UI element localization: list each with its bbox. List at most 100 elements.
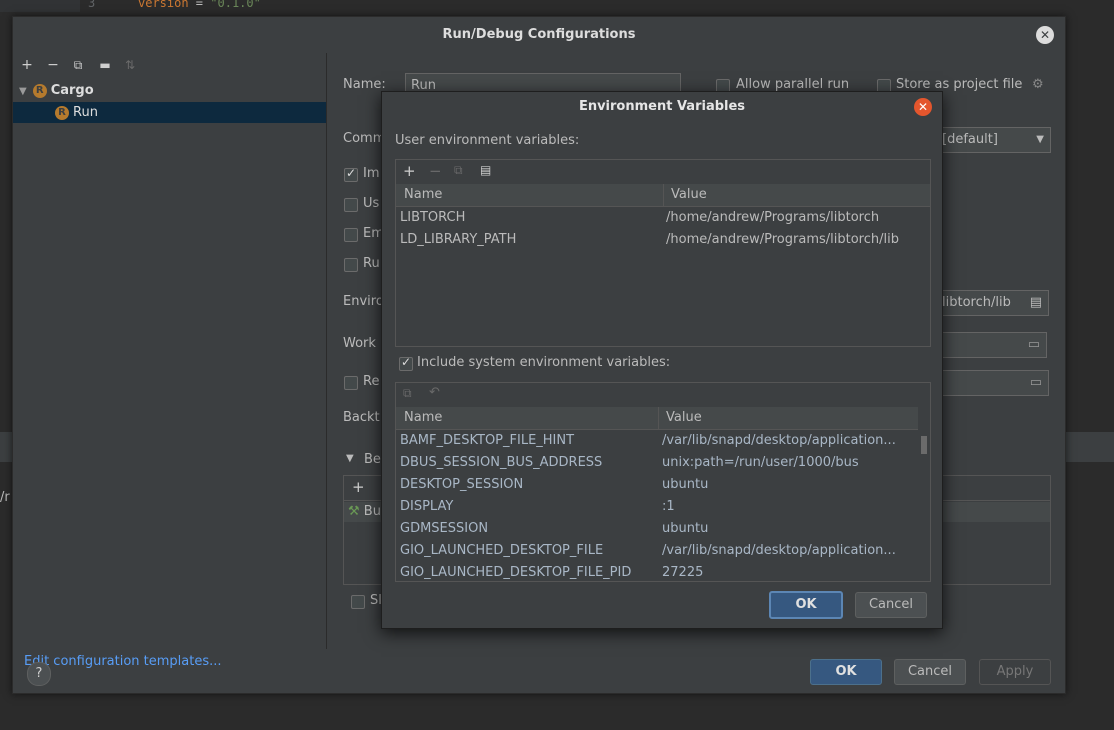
bg-panel-right [1064,432,1114,462]
rust-icon: R [32,83,47,98]
table-row[interactable]: LD_LIBRARY_PATH /home/andrew/Programs/li… [396,229,930,251]
workdir-field[interactable]: ▭ [937,332,1047,358]
redirect-label: Re [363,374,380,389]
system-vars-toolbar: ⧉ ↶ [396,383,930,407]
var-name: DESKTOP_SESSION [400,477,524,492]
var-name: GDMSESSION [400,521,489,536]
workdir-label: Work [343,336,376,351]
tree-group-label: Cargo [50,83,94,98]
column-separator [658,407,659,429]
folder-icon[interactable]: ▭ [1028,333,1040,357]
add-icon[interactable]: + [19,57,35,73]
close-icon[interactable]: ✕ [1036,26,1054,44]
var-name: LD_LIBRARY_PATH [400,232,517,247]
checkbox-4[interactable] [344,258,358,272]
document-icon[interactable]: ▤ [1030,291,1042,315]
var-name: BAMF_DESKTOP_FILE_HINT [400,433,575,448]
table-row[interactable]: BAMF_DESKTOP_FILE_HINT/var/lib/snapd/des… [396,430,918,452]
var-value: /home/andrew/Programs/libtorch/lib [666,232,899,247]
paste-icon[interactable]: ▤ [480,163,491,177]
ok-button[interactable]: OK [810,659,882,685]
sort-icon[interactable]: ⇅ [122,57,138,73]
undo-icon[interactable]: ↶ [429,385,440,400]
user-vars-toolbar: + − ⧉ ▤ [396,160,930,184]
remove-icon[interactable]: − [45,57,61,73]
checkbox-2[interactable] [344,198,358,212]
folder-icon[interactable]: ▭ [1030,371,1042,395]
config-tree-pane: + − ⧉ ▬ ⇅ ▼ R Cargo R Run Edit configuratio… [13,53,327,669]
tree-group-cargo[interactable]: ▼ R Cargo [19,81,94,101]
checkbox-2-label: Us [363,196,380,211]
ok-button[interactable]: OK [769,591,843,619]
dialog-title: Environment Variables [578,99,746,114]
copy-icon[interactable]: ⧉ [454,163,463,178]
checkbox-1[interactable] [344,166,358,182]
copy-icon[interactable]: ⧉ [70,57,86,73]
chevron-down-icon[interactable]: ▼ [19,86,27,97]
var-value: :1 [662,499,675,514]
column-name[interactable]: Name [404,407,442,429]
column-value[interactable]: Value [671,184,707,206]
var-name: GIO_LAUNCHED_DESKTOP_FILE [400,543,604,558]
apply-button[interactable]: Apply [979,659,1051,685]
var-value: ubuntu [662,521,709,536]
channel-select[interactable]: [default] ▼ [937,127,1051,153]
redirect-checkbox[interactable] [344,376,358,390]
include-system-checkbox[interactable] [399,355,413,371]
copy-icon[interactable]: ⧉ [403,386,412,401]
var-value: 27225 [662,565,704,580]
remove-icon[interactable]: − [429,162,442,180]
table-row[interactable]: DESKTOP_SESSION ubuntu [396,474,918,496]
column-separator [663,184,664,206]
help-button[interactable]: ? [27,662,51,686]
code-value: "0.1.0" [210,0,261,10]
var-name: DISPLAY [400,499,454,514]
folder-icon[interactable]: ▬ [97,57,113,73]
hammer-icon: ⚒ [348,504,360,519]
bg-text: /r [0,490,10,505]
table-row[interactable]: LIBTORCH /home/andrew/Programs/libtorch [396,207,930,229]
cancel-button[interactable]: Cancel [855,592,927,618]
tree-toolbar: + − ⧉ ▬ ⇅ [13,53,326,79]
dialog-title: Run/Debug Configurations [442,27,636,42]
dialog-button-bar: ? OK Cancel Apply [13,649,1065,693]
column-value[interactable]: Value [666,407,702,429]
code-key: version [138,0,189,10]
scrollbar-track[interactable] [920,407,930,581]
store-project-label: Store as project file [896,77,1023,92]
env-vars-dialog: Environment Variables ✕ User environment… [381,91,943,629]
env-label: Enviro [343,294,384,309]
before-launch-label: Be [364,452,381,467]
var-name: LIBTORCH [400,210,466,225]
add-icon[interactable]: + [403,162,416,180]
checkbox-3[interactable] [344,228,358,242]
close-icon[interactable]: ✕ [914,98,932,116]
column-name[interactable]: Name [404,184,442,206]
var-value: /var/lib/snapd/desktop/application... [662,543,896,558]
chevron-down-icon: ▼ [1036,134,1044,145]
table-row[interactable]: GIO_LAUNCHED_DESKTOP_FILE_PID 27225 [396,562,918,584]
env-field[interactable]: libtorch/lib ▤ [937,290,1049,316]
var-value: unix:path=/run/user/1000/bus [662,455,859,470]
user-vars-panel: + − ⧉ ▤ Name Value LIBTORCH /home/andrew… [395,159,931,347]
table-row[interactable]: GDMSESSION ubuntu [396,518,918,540]
code-line: version = "0.1.0" [138,0,261,10]
line-number: 3 [88,0,96,10]
add-icon[interactable]: + [352,478,365,496]
tree-item-label: Run [73,105,98,120]
show-page-checkbox[interactable] [351,595,365,609]
gear-icon[interactable]: ⚙ [1032,77,1044,92]
scrollbar-thumb[interactable] [921,436,927,454]
chevron-down-icon[interactable]: ▼ [346,453,354,464]
checkbox-1-label: Im [363,166,380,181]
user-vars-label: User environment variables: [395,133,580,148]
redirect-field[interactable]: ▭ [937,370,1049,396]
channel-value: [default] [942,132,998,147]
var-value: /home/andrew/Programs/libtorch [666,210,880,225]
table-row[interactable]: DISPLAY :1 [396,496,918,518]
table-row[interactable]: GIO_LAUNCHED_DESKTOP_FILE/var/lib/snapd/… [396,540,918,562]
table-row[interactable]: DBUS_SESSION_BUS_ADDRESS unix:path=/run/u… [396,452,918,474]
cancel-button[interactable]: Cancel [894,659,966,685]
tree-item-run[interactable]: R Run [13,102,326,123]
var-value: /var/lib/snapd/desktop/application... [662,433,896,448]
